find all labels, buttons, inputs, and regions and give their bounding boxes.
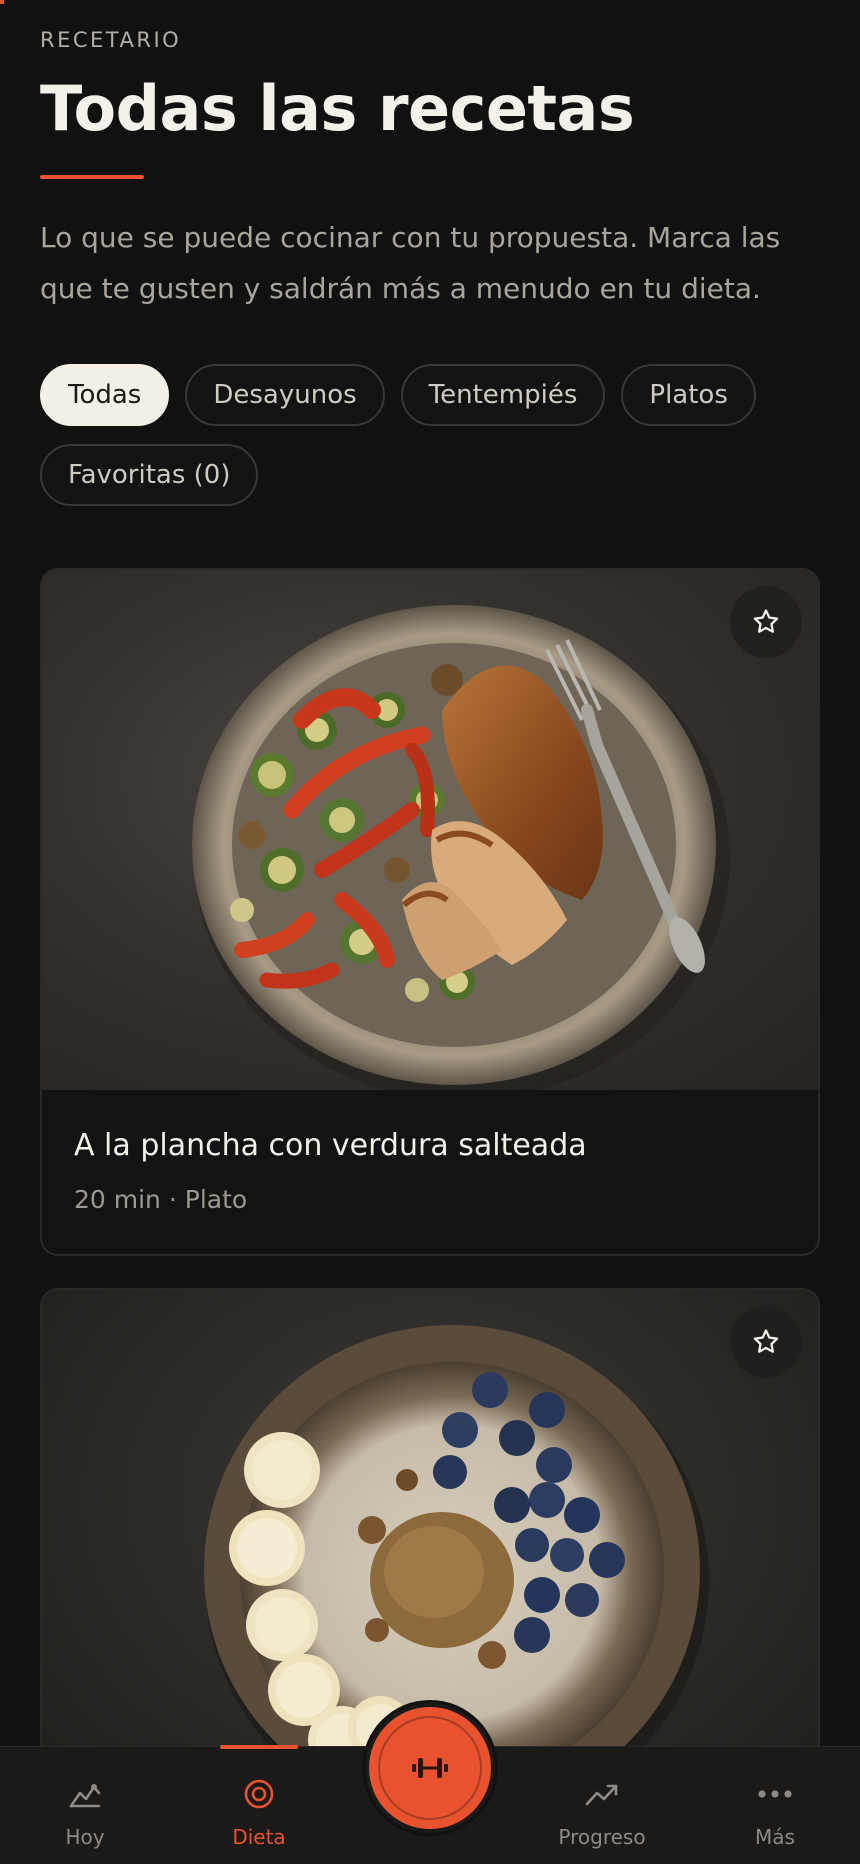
fab-container bbox=[362, 1700, 498, 1836]
active-tab-indicator bbox=[220, 1745, 298, 1749]
recipe-photo bbox=[42, 570, 818, 1090]
tab-label: Progreso bbox=[558, 1825, 646, 1849]
page-title: Todas las recetas bbox=[40, 72, 635, 145]
workout-fab-button[interactable] bbox=[369, 1707, 491, 1829]
recipe-title: A la plancha con verdura salteada bbox=[74, 1128, 587, 1163]
filter-chip-tentempies[interactable]: Tentempiés bbox=[400, 364, 606, 426]
favorite-button[interactable] bbox=[730, 586, 802, 658]
filter-chip-todas[interactable]: Todas bbox=[40, 364, 170, 426]
tab-label: Hoy bbox=[65, 1825, 105, 1849]
tab-dieta[interactable]: Dieta bbox=[214, 1745, 304, 1864]
recipe-card[interactable]: A la plancha con verdura salteada 20 min… bbox=[40, 568, 820, 1256]
dumbbell-icon bbox=[412, 1758, 448, 1778]
filter-chip-platos[interactable]: Platos bbox=[621, 364, 756, 426]
recipes-screen: RECETARIO Todas las recetas Lo que se pu… bbox=[0, 0, 860, 1864]
filter-chip-favoritas[interactable]: Favoritas (0) bbox=[40, 444, 259, 506]
title-underline bbox=[40, 175, 144, 179]
star-outline-icon bbox=[753, 609, 779, 633]
fab-inner-ring bbox=[378, 1716, 482, 1820]
favorite-button[interactable] bbox=[730, 1306, 802, 1378]
filter-chips: Todas Desayunos Tentempiés Platos Favori… bbox=[40, 364, 830, 506]
filter-chip-desayunos[interactable]: Desayunos bbox=[185, 364, 385, 426]
tab-hoy[interactable]: Hoy bbox=[40, 1747, 130, 1864]
more-dots-icon bbox=[757, 1777, 793, 1811]
star-outline-icon bbox=[753, 1329, 779, 1353]
recipe-meta: 20 min · Plato bbox=[74, 1185, 248, 1214]
target-icon bbox=[243, 1777, 275, 1811]
trend-up-icon bbox=[584, 1777, 620, 1811]
tab-mas[interactable]: Más bbox=[730, 1747, 820, 1864]
corner-accent bbox=[0, 0, 4, 4]
section-eyebrow: RECETARIO bbox=[40, 28, 182, 52]
tab-label: Más bbox=[755, 1825, 795, 1849]
mountain-chart-icon bbox=[68, 1777, 102, 1811]
chicken-vegetables-illustration bbox=[192, 605, 730, 1090]
tab-progreso[interactable]: Progreso bbox=[552, 1747, 652, 1864]
intro-text: Lo que se puede cocinar con tu propuesta… bbox=[40, 221, 781, 305]
recipe-info: A la plancha con verdura salteada 20 min… bbox=[42, 1090, 818, 1214]
tab-label: Dieta bbox=[232, 1825, 286, 1849]
